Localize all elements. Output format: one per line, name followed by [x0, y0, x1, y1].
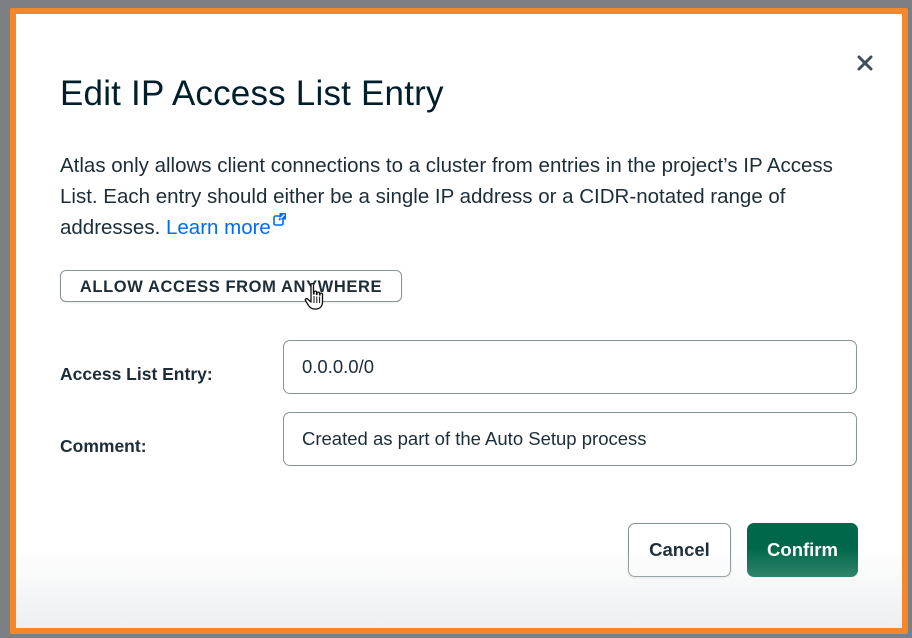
learn-more-label: Learn more	[165, 216, 271, 239]
learn-more-link[interactable]: Learn more	[165, 213, 286, 239]
cancel-button[interactable]: Cancel	[628, 523, 731, 577]
external-link-icon	[273, 213, 286, 226]
access-list-entry-label: Access List Entry:	[60, 364, 213, 384]
close-button[interactable]	[854, 52, 876, 74]
comment-input[interactable]	[283, 412, 857, 466]
comment-label: Comment:	[60, 436, 147, 456]
close-icon	[857, 55, 873, 71]
access-list-entry-input[interactable]	[283, 340, 857, 394]
allow-access-anywhere-button[interactable]: ALLOW ACCESS FROM ANYWHERE	[60, 270, 402, 302]
hand-pointer-icon	[304, 282, 324, 310]
confirm-button[interactable]: Confirm	[747, 523, 858, 577]
modal-title: Edit IP Access List Entry	[60, 74, 444, 113]
modal-description: Atlas only allows client connections to …	[60, 150, 860, 243]
edit-ip-access-modal: Edit IP Access List Entry Atlas only all…	[10, 8, 908, 634]
